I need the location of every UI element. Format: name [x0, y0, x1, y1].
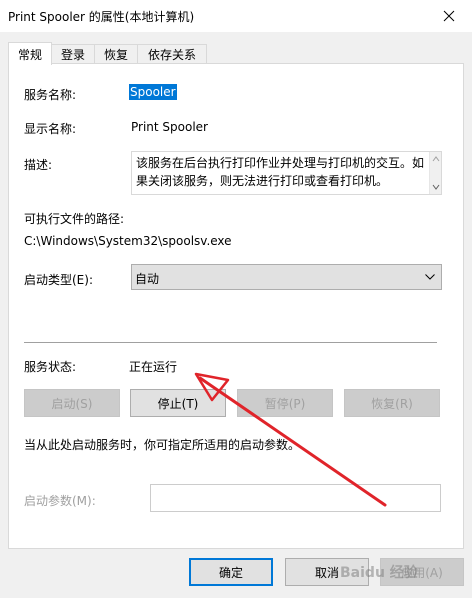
tab-dependencies[interactable]: 依存关系: [137, 44, 207, 64]
service-name-text[interactable]: Spooler: [129, 84, 177, 100]
tab-recovery[interactable]: 恢复: [94, 44, 138, 64]
exe-path-label: 可执行文件的路径:: [24, 212, 125, 226]
display-name-value[interactable]: Print Spooler: [131, 120, 208, 134]
startup-type-label: 启动类型(E):: [24, 273, 93, 287]
title-bar[interactable]: Print Spooler 的属性(本地计算机): [0, 0, 472, 32]
watermark: Baidu 经验: [340, 565, 418, 581]
description-scrollbar[interactable]: [429, 152, 441, 194]
description-text: 该服务在后台执行打印作业并处理与打印机的交互。如果关闭该服务，则无法进行打印或查…: [136, 156, 425, 188]
startup-type-value: 自动: [135, 272, 160, 286]
window-title: Print Spooler 的属性(本地计算机): [8, 10, 195, 24]
description-label: 描述:: [24, 158, 53, 172]
ok-button[interactable]: 确定: [189, 558, 273, 586]
chevron-down-icon: [425, 274, 435, 280]
close-button[interactable]: [426, 0, 472, 32]
dialog-body: 常规 登录 恢复 依存关系 服务名称: Spooler 显示名称: Print …: [0, 32, 472, 598]
scroll-up-icon[interactable]: [432, 155, 440, 163]
description-box[interactable]: 该服务在后台执行打印作业并处理与打印机的交互。如果关闭该服务，则无法进行打印或查…: [131, 151, 442, 195]
start-params-label: 启动参数(M):: [24, 494, 96, 508]
start-params-input[interactable]: [150, 484, 441, 512]
exe-path-value[interactable]: C:\Windows\System32\spoolsv.exe: [24, 234, 232, 248]
scroll-down-icon[interactable]: [432, 183, 440, 191]
tab-general[interactable]: 常规: [8, 42, 52, 65]
general-panel: 服务名称: Spooler 显示名称: Print Spooler 描述: 该服…: [8, 63, 464, 549]
service-name-label: 服务名称:: [24, 88, 77, 102]
stop-button[interactable]: 停止(T): [130, 389, 226, 417]
pause-button[interactable]: 暂停(P): [237, 389, 333, 417]
tab-logon[interactable]: 登录: [51, 44, 95, 64]
service-status-value: 正在运行: [129, 360, 178, 374]
resume-button[interactable]: 恢复(R): [344, 389, 440, 417]
start-params-hint: 当从此处启动服务时，你可指定所适用的启动参数。: [24, 438, 301, 452]
service-name-value[interactable]: Spooler: [129, 84, 177, 100]
startup-type-select[interactable]: 自动: [131, 264, 442, 290]
section-divider: [24, 342, 437, 343]
display-name-label: 显示名称:: [24, 122, 77, 136]
start-button[interactable]: 启动(S): [24, 389, 120, 417]
close-icon: [443, 10, 455, 22]
service-status-label: 服务状态:: [24, 360, 77, 374]
